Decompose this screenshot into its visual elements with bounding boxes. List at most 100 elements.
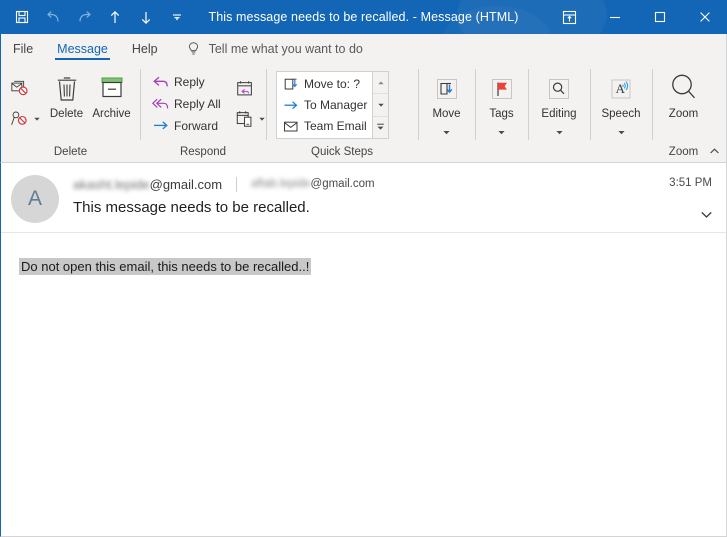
avatar[interactable]: A <box>11 175 59 223</box>
tell-me-label: Tell me what you want to do <box>208 41 363 56</box>
sender-domain: @gmail.com <box>149 176 223 192</box>
message-body[interactable]: Do not open this email, this needs to be… <box>1 233 726 536</box>
forward-button[interactable]: Forward <box>148 115 224 137</box>
archive-button[interactable]: Archive <box>89 63 134 142</box>
respond-small-buttons: Reply Reply All Forward <box>148 63 224 142</box>
svg-text:A: A <box>616 81 626 96</box>
quick-access-toolbar <box>0 3 194 31</box>
sender-address[interactable]: akasht.lepide@gmail.com <box>73 177 222 192</box>
window-caption-buttons <box>547 0 727 34</box>
reply-button[interactable]: Reply <box>148 71 224 93</box>
meeting-icon <box>235 78 255 100</box>
ribbon-group-editing: Editing <box>528 63 590 162</box>
ribbon-group-tags: Tags <box>475 63 528 162</box>
meeting-button[interactable] <box>232 74 269 104</box>
more-quick-steps-icon[interactable] <box>373 115 389 138</box>
ribbon-group-tags-label <box>475 142 528 162</box>
quick-step-team-email-label: Team Email <box>304 119 367 133</box>
ribbon-group-speech: A Speech <box>590 63 652 162</box>
chevron-down-icon <box>442 123 451 141</box>
speech-button[interactable]: A Speech <box>590 63 652 142</box>
reply-all-label: Reply All <box>174 96 221 111</box>
zoom-button[interactable]: Zoom <box>652 63 715 142</box>
tags-label: Tags <box>489 108 514 120</box>
previous-item-button[interactable] <box>101 3 129 31</box>
tell-me-search[interactable]: Tell me what you want to do <box>186 34 363 63</box>
more-respond-button[interactable] <box>232 104 269 134</box>
quick-step-move-to[interactable]: Move to: ? <box>279 74 370 95</box>
reply-icon <box>151 74 171 90</box>
lightbulb-icon <box>186 41 201 57</box>
flag-icon <box>487 71 517 107</box>
customize-quick-access-toolbar-button[interactable] <box>163 3 191 31</box>
tab-message[interactable]: Message <box>45 34 120 63</box>
undo-button[interactable] <box>39 3 67 31</box>
quick-steps-scrollbar[interactable] <box>372 72 389 138</box>
tags-button[interactable]: Tags <box>475 63 528 142</box>
move-icon <box>432 71 462 107</box>
ribbon-display-options-button[interactable] <box>547 0 592 34</box>
zoom-label: Zoom <box>668 108 699 120</box>
junk-button[interactable] <box>7 104 44 134</box>
address-separator <box>236 176 238 192</box>
tab-help[interactable]: Help <box>120 34 170 63</box>
ribbon-group-quick-steps-label: Quick Steps <box>311 146 373 158</box>
outlook-message-window: This message needs to be recalled. - Mes… <box>0 0 727 537</box>
maximize-button[interactable] <box>637 0 682 34</box>
ribbon-group-respond: Reply Reply All Forward Respond <box>140 63 266 162</box>
archive-icon <box>97 71 127 107</box>
forward-icon <box>151 118 171 134</box>
delete-button[interactable]: Delete <box>44 63 89 142</box>
expand-header-button[interactable] <box>698 206 714 222</box>
archive-label: Archive <box>92 108 131 120</box>
minimize-button[interactable] <box>592 0 637 34</box>
ignore-button[interactable] <box>7 74 44 104</box>
reply-all-icon <box>151 96 171 112</box>
scroll-down-icon[interactable] <box>373 93 389 115</box>
ribbon-group-move-label <box>418 142 475 162</box>
more-respond-icon <box>235 108 255 130</box>
ribbon-tab-strip: File Message Help Tell me what you want … <box>0 34 727 63</box>
scroll-up-icon[interactable] <box>373 72 388 93</box>
quick-step-to-manager[interactable]: To Manager <box>279 95 370 116</box>
to-manager-icon <box>282 98 300 113</box>
tab-file[interactable]: File <box>1 34 45 63</box>
read-aloud-icon: A <box>606 71 636 107</box>
move-button[interactable]: Move <box>418 63 475 142</box>
ribbon-group-zoom: Zoom Zoom <box>652 63 715 162</box>
redo-button[interactable] <box>70 3 98 31</box>
zoom-magnifier-icon <box>667 69 701 107</box>
team-email-icon <box>282 119 300 134</box>
chevron-down-icon <box>617 123 626 141</box>
chevron-down-icon <box>258 115 266 123</box>
close-button[interactable] <box>682 0 727 34</box>
save-button[interactable] <box>8 3 36 31</box>
respond-extra-buttons <box>232 63 269 142</box>
message-timestamp: 3:51 PM <box>669 177 712 189</box>
quick-steps-list: Move to: ? To Manager Team Email <box>277 72 372 138</box>
quick-steps-gallery: Move to: ? To Manager Team Email <box>276 71 390 139</box>
next-item-button[interactable] <box>132 3 160 31</box>
editing-label: Editing <box>541 108 577 120</box>
recipient-address[interactable]: aftab.lepide@gmail.com <box>251 178 375 190</box>
quick-step-to-manager-label: To Manager <box>304 98 368 112</box>
address-row: akasht.lepide@gmail.com aftab.lepide@gma… <box>73 175 716 193</box>
collapse-ribbon-button[interactable] <box>707 144 721 158</box>
editing-magnifier-icon <box>544 71 574 107</box>
trash-icon <box>52 71 82 107</box>
ribbon-group-respond-label: Respond <box>179 146 227 158</box>
message-body-text: Do not open this email, this needs to be… <box>19 258 312 275</box>
ribbon-group-quick-steps: Move to: ? To Manager Team Email Quick S… <box>266 63 418 162</box>
junk-icon <box>10 109 30 129</box>
reply-all-button[interactable]: Reply All <box>148 93 224 115</box>
speech-label: Speech <box>601 108 641 120</box>
ribbon-group-editing-label <box>528 142 590 162</box>
quick-step-move-to-label: Move to: ? <box>304 77 361 91</box>
ignore-icon <box>10 79 30 99</box>
recipient-local-part: aftab.lepide <box>251 178 311 190</box>
ribbon-group-delete-label: Delete <box>53 146 88 158</box>
editing-button[interactable]: Editing <box>528 63 590 142</box>
quick-step-team-email[interactable]: Team Email <box>279 116 370 137</box>
delete-label: Delete <box>49 108 84 120</box>
message-header-text: akasht.lepide@gmail.com aftab.lepide@gma… <box>73 174 716 223</box>
